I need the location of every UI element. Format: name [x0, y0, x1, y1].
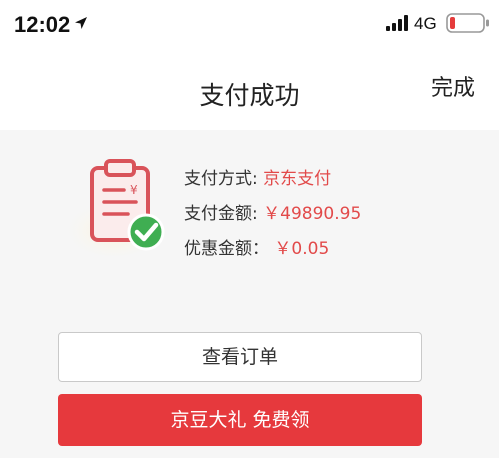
- status-bar: 12:02 4G: [0, 0, 499, 52]
- payment-method-row: 支付方式: 京东支付: [184, 166, 361, 198]
- battery-icon: [446, 13, 489, 33]
- payment-method-value: 京东支付: [263, 169, 332, 189]
- payment-amount-row: 支付金额: ￥49890.95: [184, 201, 361, 233]
- yen-symbol: ¥: [130, 183, 138, 197]
- payment-method-label: 支付方式:: [184, 169, 258, 189]
- clipboard-check-icon: ¥: [62, 159, 166, 256]
- jd-beans-gift-button[interactable]: 京豆大礼 免费领: [58, 394, 422, 446]
- payment-info-list: 支付方式: 京东支付 支付金额: ￥49890.95 优惠金额： ￥0.05: [184, 166, 361, 271]
- payment-result-panel: ¥ 支付方式: 京东支付 支付金额: ￥49890.95 优惠金额： ￥0.05…: [0, 130, 499, 458]
- network-type: 4G: [414, 14, 437, 33]
- cellular-signal-icon: [386, 15, 408, 31]
- discount-amount-row: 优惠金额： ￥0.05: [184, 236, 361, 268]
- page-title: 支付成功: [199, 81, 300, 110]
- payment-amount-label: 支付金额:: [184, 204, 258, 224]
- navigation-bar: 支付成功 完成: [0, 52, 499, 130]
- payment-amount-value: ￥49890.95: [263, 204, 362, 224]
- location-arrow-icon: [75, 17, 87, 29]
- discount-amount-value: ￥0.05: [274, 239, 330, 259]
- discount-amount-label: 优惠金额：: [184, 239, 269, 259]
- done-button[interactable]: 完成: [431, 70, 475, 102]
- view-order-button[interactable]: 查看订单: [58, 332, 422, 382]
- status-time: 12:02: [14, 12, 71, 37]
